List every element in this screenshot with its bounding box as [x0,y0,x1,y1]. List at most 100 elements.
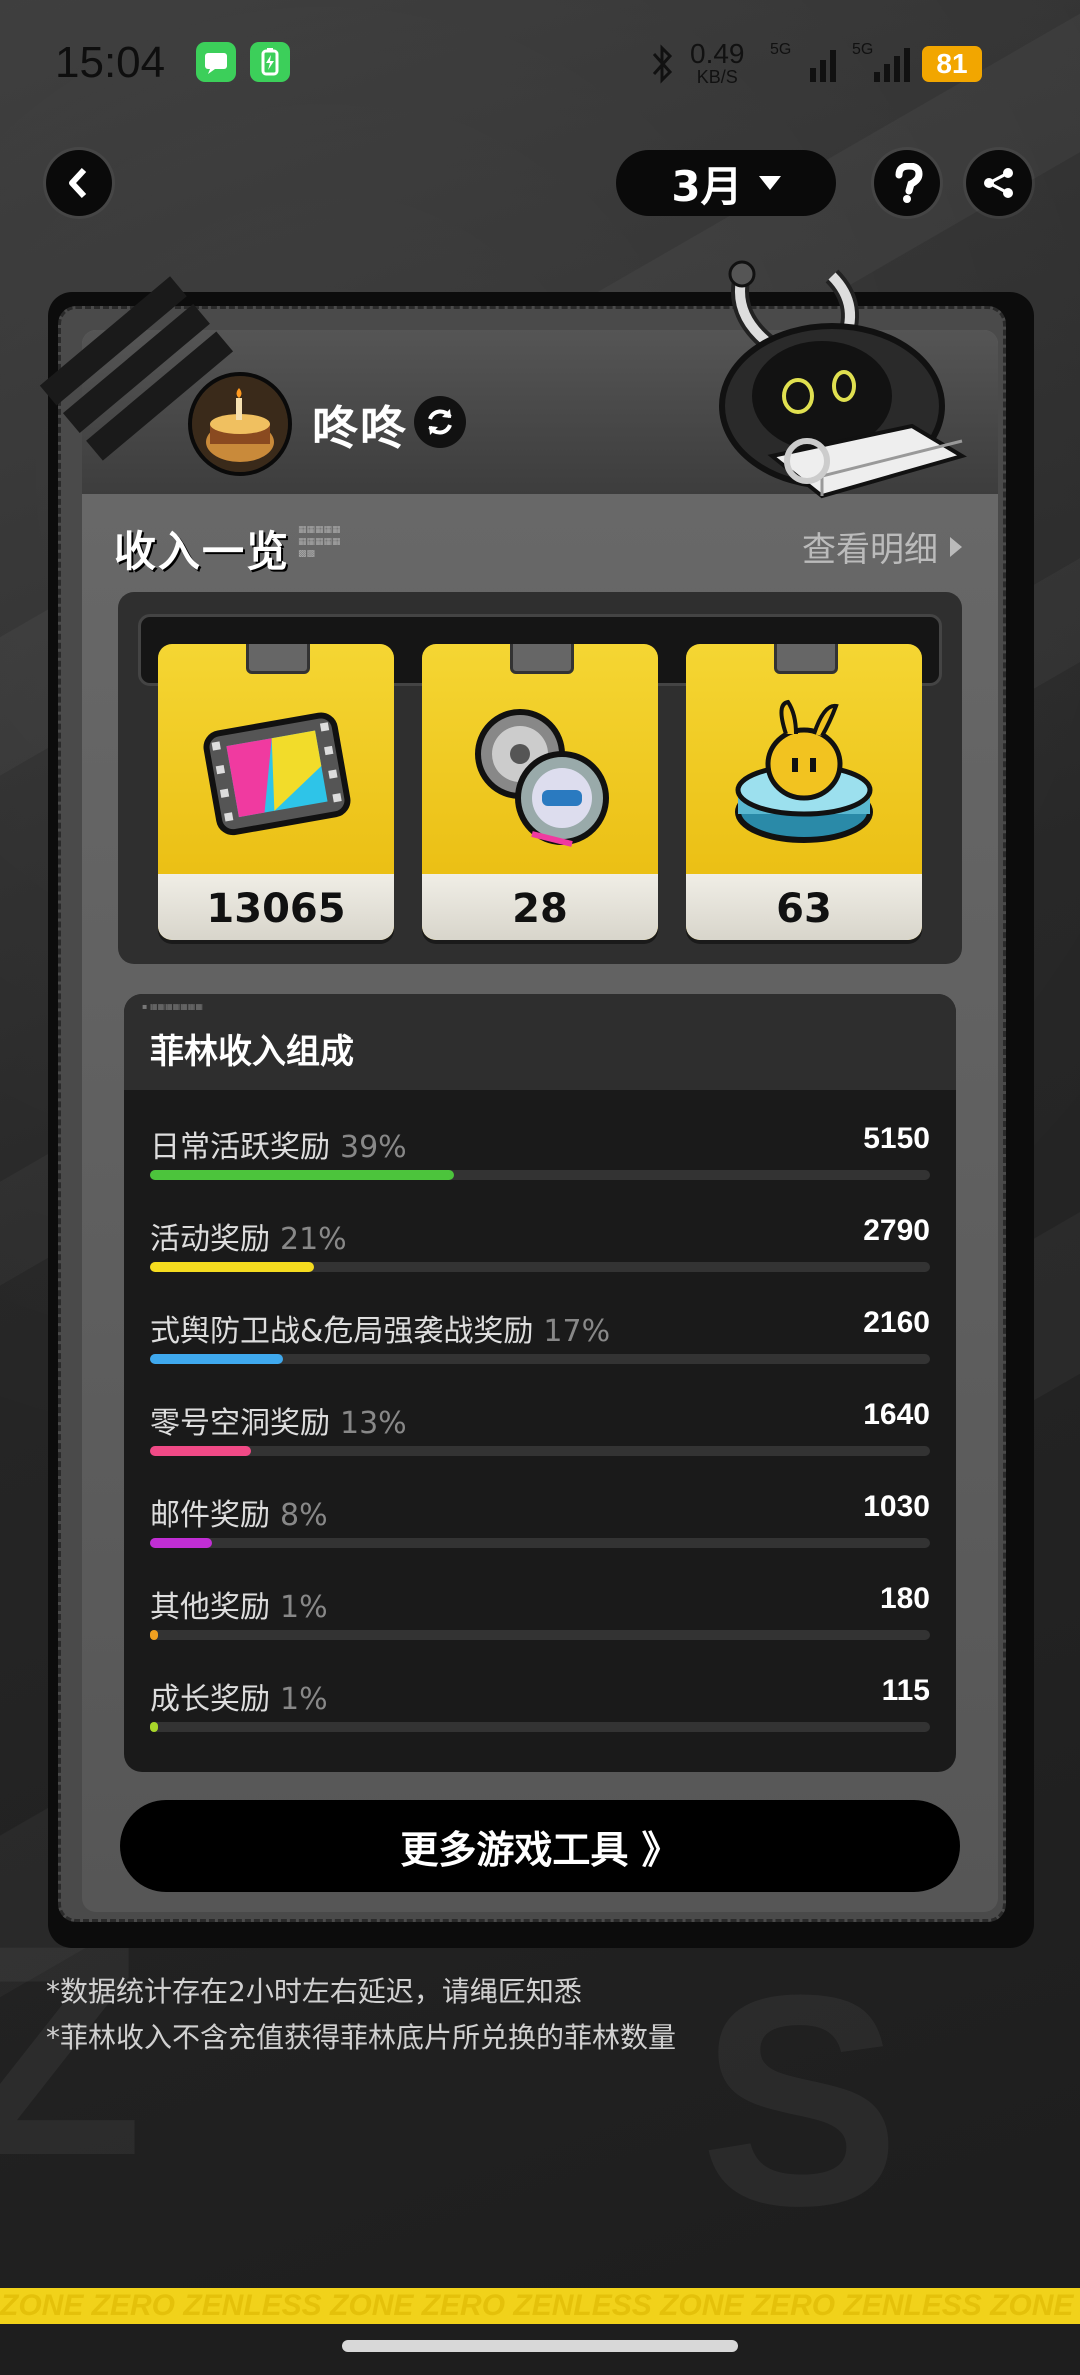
progress-track [150,1170,930,1180]
row-label-text: 式舆防卫战&危局强袭战奖励 [150,1314,534,1349]
progress-fill [150,1722,158,1732]
status-bar: 15:04 0.49 KB/S 5G 5G 81 [0,0,1080,130]
signal-strength-icon: 5G [852,41,910,82]
network-speed-unit: KB/S [696,67,738,87]
composition-row: 活动奖励 21% 2790 [150,1214,930,1284]
progress-track [150,1722,930,1732]
currency-value: 63 [686,874,922,940]
clip-icon [510,644,574,674]
avatar[interactable] [188,372,292,476]
progress-fill [150,1262,314,1272]
home-indicator[interactable] [342,2340,738,2352]
row-label: 活动奖励 21% [150,1214,347,1258]
row-label-text: 零号空洞奖励 [150,1406,330,1441]
composition-row: 成长奖励 1% 115 [150,1674,930,1744]
composition-row: 式舆防卫战&危局强袭战奖励 17% 2160 [150,1306,930,1376]
row-label: 式舆防卫战&危局强袭战奖励 17% [150,1306,610,1350]
composition-row: 其他奖励 1% 180 [150,1582,930,1652]
row-value: 2160 [863,1306,930,1339]
clip-icon [246,644,310,674]
chevron-down-icon [758,176,781,190]
progress-track [150,1538,930,1548]
currency-value: 28 [422,874,658,940]
progress-fill [150,1354,283,1364]
composition-row: 零号空洞奖励 13% 1640 [150,1398,930,1468]
progress-track [150,1446,930,1456]
currency-card-trophy[interactable]: 63 [686,644,922,940]
progress-track [150,1630,930,1640]
brand-strip: ZONE ZERO ZENLESS ZONE ZERO ZENLESS ZONE… [0,2288,1080,2324]
row-label: 零号空洞奖励 13% [150,1398,407,1442]
progress-fill [150,1446,252,1456]
month-selector[interactable]: 3月 [616,150,836,216]
footnote-delay: *数据统计存在2小时左右延迟，请绳匠知悉 [46,1975,582,2008]
help-button[interactable] [874,150,940,216]
row-label: 日常活跃奖励 39% [150,1122,407,1166]
signal-1-label: 5G [770,41,791,58]
row-value: 2790 [863,1214,930,1247]
row-label: 成长奖励 1% [150,1674,328,1718]
signal-2-label: 5G [852,41,873,58]
currency-card-canisters[interactable]: 28 [422,644,658,940]
row-label: 邮件奖励 8% [150,1490,328,1534]
row-value: 1640 [863,1398,930,1431]
row-value: 5150 [863,1122,930,1155]
row-label-text: 邮件奖励 [150,1498,270,1533]
row-value: 1030 [863,1490,930,1523]
network-speed: 0.49 KB/S [690,38,745,87]
back-button[interactable] [46,150,112,216]
composition-row: 邮件奖励 8% 1030 [150,1490,930,1560]
month-label: 3月 [671,161,743,211]
refresh-icon [428,409,452,435]
row-label-text: 日常活跃奖励 [150,1130,330,1165]
share-button[interactable] [966,150,1032,216]
more-game-tools-label: 更多游戏工具 》 [400,1827,680,1872]
progress-fill [150,1170,455,1180]
footnote-exclusion: *菲林收入不含充值获得菲林底片所兑换的菲林数量 [46,2021,677,2054]
decorative-code-text: ▪ ▦▦▦▦▦▦▦ [142,1002,203,1011]
decorative-code-text: ▦▦▦▦▦ ▦▦▦▦▦ ▩▩ [298,525,341,559]
share-icon [984,168,1013,198]
signal-strength-icon: 5G [770,41,836,82]
row-value: 115 [881,1674,930,1707]
progress-fill [150,1630,158,1640]
film-reel-icon [203,712,351,836]
composition-row: 日常活跃奖励 39% 5150 [150,1122,930,1192]
row-percent: 1% [280,1682,328,1717]
row-label: 其他奖励 1% [150,1582,328,1626]
view-details-label: 查看明细 [802,530,938,570]
battery-indicator: 81 [922,46,982,82]
row-percent: 21% [280,1222,347,1257]
composition-header: ▪ ▦▦▦▦▦▦▦ 菲林收入组成 [124,994,956,1090]
bangboo-trophy-icon [735,699,873,843]
row-percent: 13% [340,1406,407,1441]
username: 咚咚 [312,401,408,455]
currency-card-film[interactable]: 13065 [158,644,394,940]
chevron-right-icon [950,536,962,557]
row-label-text: 活动奖励 [150,1222,270,1257]
progress-track [150,1262,930,1272]
more-game-tools-button[interactable]: 更多游戏工具 》 [120,1800,960,1892]
switch-account-button[interactable] [414,396,466,448]
income-overview-title: 收入一览 [114,527,291,576]
row-label-text: 其他奖励 [150,1590,270,1625]
income-composition-panel: ▪ ▦▦▦▦▦▦▦ 菲林收入组成 日常活跃奖励 39% 5150 活动奖励 21% … [124,994,956,1772]
currency-value: 13065 [158,874,394,940]
progress-fill [150,1538,213,1548]
composition-title: 菲林收入组成 [150,1032,354,1072]
row-value: 180 [879,1582,930,1615]
bangboo-mascot-illustration [719,260,967,499]
view-details-link[interactable]: 查看明细 [802,522,962,571]
status-time: 15:04 [55,38,166,87]
row-percent: 8% [280,1498,328,1533]
row-label-text: 成长奖励 [150,1682,270,1717]
clip-icon [774,644,838,674]
film-canisters-icon [475,709,609,847]
bluetooth-icon [652,44,673,84]
battery-saver-icon [250,42,290,82]
network-speed-value: 0.49 [690,38,745,69]
progress-track [150,1354,930,1364]
chevron-left-icon [69,167,87,199]
row-percent: 17% [543,1314,611,1349]
row-percent: 39% [340,1130,407,1165]
